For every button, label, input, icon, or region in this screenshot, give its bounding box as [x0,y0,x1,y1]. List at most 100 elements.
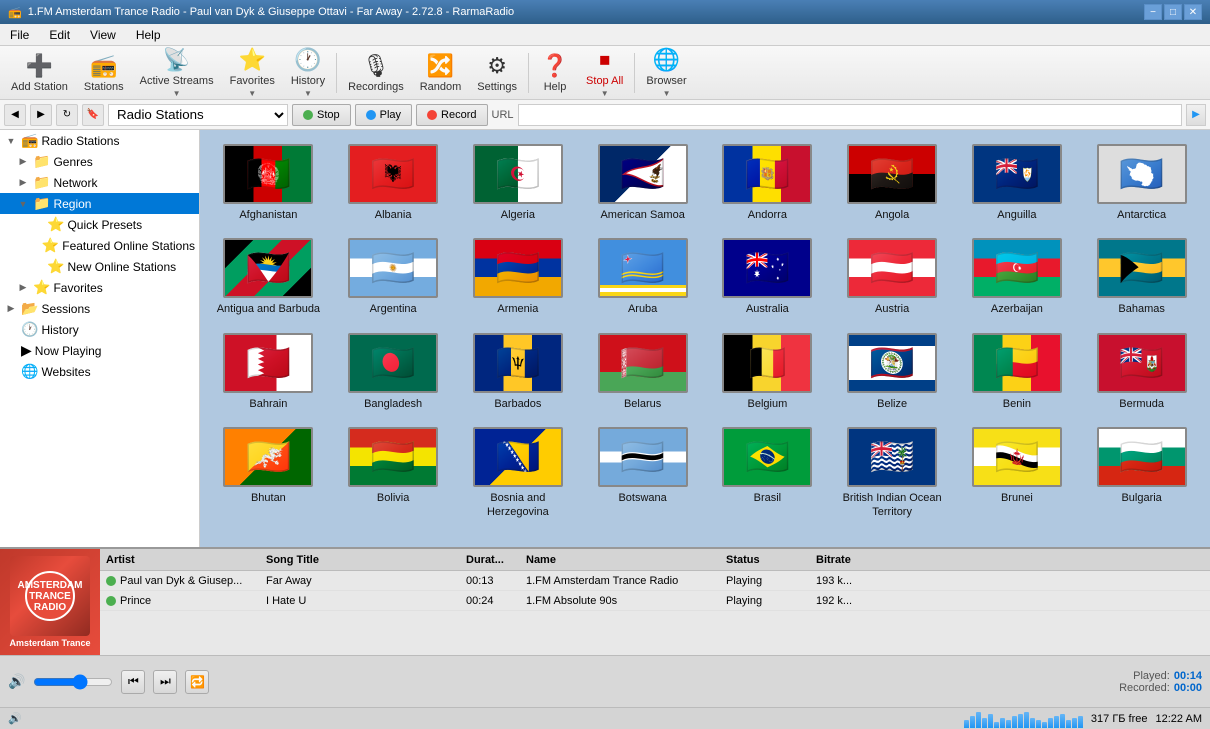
flag-item-barbados[interactable]: 🇧🇧Barbados [458,327,579,417]
sidebar-item-network[interactable]: ▶ 📁 Network [0,172,199,193]
flag-item-bahrain[interactable]: 🇧🇭Bahrain [208,327,329,417]
menu-file[interactable]: File [4,26,35,44]
flag-item-bermuda[interactable]: 🇧🇲Bermuda [1081,327,1202,417]
play-button[interactable]: Play [355,104,412,126]
flag-item-bolivia[interactable]: 🇧🇴Bolivia [333,421,454,526]
bookmark-button[interactable]: 🔖 [82,104,104,126]
flag-label: Bermuda [1119,397,1164,411]
url-input[interactable] [518,104,1182,126]
stations-button[interactable]: 📻 Stations [77,49,131,97]
title-controls: − □ ✕ [1144,4,1202,20]
flag-label: Andorra [748,208,787,222]
menu-help[interactable]: Help [130,26,167,44]
flag-item-angola[interactable]: 🇦🇴Angola [832,138,953,228]
flag-item-aruba[interactable]: 🇦🇼Aruba [582,232,703,322]
back-button[interactable]: ◀ [4,104,26,126]
played-label: Played: [1133,670,1170,682]
active-streams-button[interactable]: 📡 Active Streams ▼ [133,49,221,97]
refresh-button[interactable]: ↻ [56,104,78,126]
flag-item-belarus[interactable]: 🇧🇾Belarus [582,327,703,417]
flag-item-bulgaria[interactable]: 🇧🇬Bulgaria [1081,421,1202,526]
sidebar-item-favorites[interactable]: ▶ ⭐ Favorites [0,277,199,298]
menu-edit[interactable]: Edit [43,26,76,44]
volume-slider[interactable] [33,674,113,690]
flag-image: 🇮🇴 [847,427,937,487]
flag-image: 🇦🇶 [1097,144,1187,204]
prev-button[interactable]: ⏮ [121,670,145,694]
help-button[interactable]: ❓ Help [533,49,577,97]
flag-image: 🇦🇴 [847,144,937,204]
flag-item-austria[interactable]: 🇦🇹Austria [832,232,953,322]
sidebar-item-quick-presets[interactable]: ⭐ Quick Presets [0,214,199,235]
flag-item-antigua-and-barbuda[interactable]: 🇦🇬Antigua and Barbuda [208,232,329,322]
repeat-button[interactable]: 🔁 [185,670,209,694]
address-combo[interactable]: Radio Stations [108,104,288,126]
flag-item-british-indian-ocean-territory[interactable]: 🇮🇴British Indian Ocean Territory [832,421,953,526]
stop-all-button[interactable]: ⏹ Stop All ▼ [579,49,630,97]
vis-bar [1072,718,1077,728]
flag-item-bangladesh[interactable]: 🇧🇩Bangladesh [333,327,454,417]
address-bar: ◀ ▶ ↻ 🔖 Radio Stations Stop Play Record … [0,100,1210,130]
flag-item-brasil[interactable]: 🇧🇷Brasil [707,421,828,526]
flag-item-bahamas[interactable]: 🇧🇸Bahamas [1081,232,1202,322]
record-button[interactable]: Record [416,104,487,126]
history-icon: 🕐 [294,47,321,73]
flag-label: American Samoa [600,208,684,222]
flag-image: 🇧🇸 [1097,238,1187,298]
flag-item-benin[interactable]: 🇧🇯Benin [957,327,1078,417]
flag-item-algeria[interactable]: 🇩🇿Algeria [458,138,579,228]
history-button[interactable]: 🕐 History ▼ [284,49,332,97]
flag-item-albania[interactable]: 🇦🇱Albania [333,138,454,228]
sidebar-item-featured-online[interactable]: ⭐ Featured Online Stations [0,235,199,256]
volume-icon[interactable]: 🔊 [8,673,25,690]
flag-item-argentina[interactable]: 🇦🇷Argentina [333,232,454,322]
flag-item-azerbaijan[interactable]: 🇦🇿Azerbaijan [957,232,1078,322]
flag-item-botswana[interactable]: 🇧🇼Botswana [582,421,703,526]
menu-view[interactable]: View [84,26,122,44]
track-row[interactable]: PrinceI Hate U00:241.FM Absolute 90sPlay… [100,591,1210,611]
flag-item-australia[interactable]: 🇦🇺Australia [707,232,828,322]
browser-button[interactable]: 🌐 Browser ▼ [639,49,693,97]
flag-item-antarctica[interactable]: 🇦🇶Antarctica [1081,138,1202,228]
visualization-bars [964,710,1083,728]
play-status-dot [366,110,376,120]
go-button[interactable]: ▶ [1186,104,1206,126]
track-row[interactable]: Paul van Dyk & Giusep...Far Away00:131.F… [100,571,1210,591]
sidebar-item-new-online[interactable]: ⭐ New Online Stations [0,256,199,277]
maximize-button[interactable]: □ [1164,4,1182,20]
flag-item-andorra[interactable]: 🇦🇩Andorra [707,138,828,228]
browser-icon: 🌐 [653,47,680,73]
sidebar-item-history[interactable]: 🕐 History [0,319,199,340]
sidebar-item-websites[interactable]: 🌐 Websites [0,361,199,382]
vis-bar [1036,720,1041,728]
sidebar-item-now-playing[interactable]: ▶ Now Playing [0,340,199,361]
flag-label: Argentina [370,302,417,316]
stop-button[interactable]: Stop [292,104,351,126]
flag-item-afghanistan[interactable]: 🇦🇫Afghanistan [208,138,329,228]
flag-item-belize[interactable]: 🇧🇿Belize [832,327,953,417]
flag-item-belgium[interactable]: 🇧🇪Belgium [707,327,828,417]
flag-item-armenia[interactable]: 🇦🇲Armenia [458,232,579,322]
recordings-button[interactable]: 🎙 Recordings [341,49,411,97]
sidebar-item-genres[interactable]: ▶ 📁 Genres [0,151,199,172]
sidebar-item-radio-stations[interactable]: ▼ 📻 Radio Stations [0,130,199,151]
main-area: ▼ 📻 Radio Stations ▶ 📁 Genres ▶ 📁 Networ… [0,130,1210,547]
favorites-button[interactable]: ⭐ Favorites ▼ [223,49,282,97]
sidebar-item-sessions[interactable]: ▶ 📂 Sessions [0,298,199,319]
flag-item-bhutan[interactable]: 🇧🇹Bhutan [208,421,329,526]
vis-bar [1012,716,1017,728]
flag-label: Belize [877,397,907,411]
flag-item-anguilla[interactable]: 🇦🇮Anguilla [957,138,1078,228]
sidebar-item-region[interactable]: ▼ 📁 Region [0,193,199,214]
flag-item-american-samoa[interactable]: 🇦🇸American Samoa [582,138,703,228]
minimize-button[interactable]: − [1144,4,1162,20]
forward-button[interactable]: ▶ [30,104,52,126]
settings-button[interactable]: ⚙ Settings [470,49,524,97]
next-button[interactable]: ⏭ [153,670,177,694]
track-station-name: 1.FM Amsterdam Trance Radio [520,573,720,589]
close-button[interactable]: ✕ [1184,4,1202,20]
add-station-button[interactable]: ➕ Add Station [4,49,75,97]
random-button[interactable]: 🔀 Random [413,49,469,97]
flag-item-brunei[interactable]: 🇧🇳Brunei [957,421,1078,526]
flag-item-bosnia-and-herzegovina[interactable]: 🇧🇦Bosnia and Herzegovina [458,421,579,526]
